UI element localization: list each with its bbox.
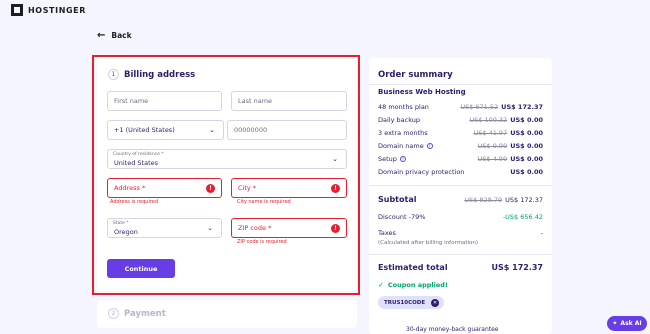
money-back-hint: 30-day money-back guarantee [406, 326, 499, 333]
old-price: US$ 9.99 [477, 142, 508, 150]
divider [369, 84, 552, 85]
back-link[interactable]: ← Back [97, 30, 132, 41]
phone-country-select[interactable]: +1 (United States) ⌄ [107, 120, 224, 140]
coupon-code: TRUS10CODE [384, 299, 426, 306]
order-summary-title: Order summary [378, 70, 453, 80]
top-bar: HOSTINGER [0, 0, 650, 20]
arrow-left-icon: ← [97, 30, 106, 41]
order-summary-card: Order summary Business Web Hosting 48 mo… [369, 58, 552, 334]
error-icon: ! [331, 184, 340, 193]
old-price: US$ 671.52 [460, 103, 499, 111]
line-item-label: 48 months plan [378, 103, 429, 111]
ask-ai-label: Ask AI [620, 320, 642, 327]
help-icon[interactable]: ? [426, 143, 433, 149]
continue-button[interactable]: Continue [107, 259, 175, 278]
last-name-input[interactable]: Last name [231, 91, 347, 111]
line-item: 3 extra months US$ 41.97 US$ 0.00 [378, 129, 543, 139]
step-number: 2 [108, 308, 119, 319]
phone-placeholder: 00000000 [234, 126, 268, 134]
old-price: US$ 100.32 [469, 116, 508, 124]
phone-code-value: +1 (United States) [114, 126, 175, 134]
discount-row: Discount -79% -US$ 656.42 [378, 213, 543, 223]
new-price: US$ 0.00 [510, 142, 543, 150]
state-label: State * [113, 221, 129, 226]
taxes-note: (Calculated after billing information) [378, 240, 479, 246]
zip-error: ZIP code is required [237, 239, 287, 245]
line-item-label: Daily backup [378, 116, 421, 124]
line-item-label: Domain name [378, 142, 424, 150]
coupon-applied-text: Coupon applied! [387, 281, 448, 289]
new-price: US$ 0.00 [510, 129, 543, 137]
subtotal-value: US$ 828.79 US$ 172.37 [464, 196, 543, 204]
phone-input[interactable]: 00000000 [227, 120, 347, 140]
ask-ai-button[interactable]: ✦ Ask AI [607, 316, 647, 331]
back-label: Back [111, 31, 132, 40]
new-price: US$ 0.00 [510, 155, 543, 163]
payment-step-header: 2 Payment [108, 308, 166, 319]
line-item: Daily backup US$ 100.32 US$ 0.00 [378, 116, 543, 126]
first-name-placeholder: First name [114, 97, 149, 105]
divider [369, 254, 552, 255]
old-price: US$ 41.97 [473, 129, 508, 137]
city-placeholder: City * [238, 184, 257, 192]
error-icon: ! [206, 184, 215, 193]
remove-coupon-icon[interactable]: ✕ [431, 298, 440, 307]
last-name-placeholder: Last name [238, 97, 273, 105]
new-price: US$ 0.00 [510, 168, 543, 176]
new-price: US$ 0.00 [510, 116, 543, 124]
error-icon: ! [331, 224, 340, 233]
chevron-down-icon: ⌄ [209, 126, 215, 134]
hostinger-logo-icon [11, 4, 23, 16]
state-value: Oregon [114, 228, 138, 236]
line-item-label: Domain privacy protection [378, 168, 465, 176]
discount-label: Discount -79% [378, 213, 426, 221]
sparkle-icon: ✦ [612, 320, 618, 327]
subtotal-label: Subtotal [378, 195, 417, 204]
address-placeholder: Address * [114, 184, 146, 192]
city-input[interactable]: City * ! [231, 178, 347, 198]
country-value: United States [114, 159, 159, 167]
new-price: US$ 172.37 [501, 103, 543, 111]
divider [369, 185, 552, 186]
state-select[interactable]: State * Oregon ⌄ [107, 218, 222, 238]
coupon-chip: TRUS10CODE ✕ [378, 296, 445, 309]
taxes-row: Taxes - [378, 229, 543, 239]
country-select[interactable]: Country of residence * United States ⌄ [107, 149, 347, 169]
city-error: City name is required [237, 199, 291, 205]
first-name-input[interactable]: First name [107, 91, 222, 111]
subtotal-new: US$ 172.37 [505, 196, 543, 204]
zip-placeholder: ZIP code * [238, 224, 272, 232]
discount-value: -US$ 656.42 [502, 213, 543, 221]
billing-title: Billing address [124, 69, 196, 80]
old-price: US$ 4.99 [477, 155, 508, 163]
check-icon: ✓ [378, 281, 384, 289]
brand-name: HOSTINGER [28, 5, 86, 15]
chevron-down-icon: ⌄ [332, 155, 338, 163]
billing-step-header: 1 Billing address [108, 69, 195, 80]
step-number: 1 [108, 69, 119, 80]
zip-input[interactable]: ZIP code * ! [231, 218, 347, 238]
line-item: Setup? US$ 4.99 US$ 0.00 [378, 155, 543, 165]
line-item-label: 3 extra months [378, 129, 428, 137]
help-icon[interactable]: ? [399, 156, 406, 162]
country-label: Country of residence * [113, 152, 164, 157]
payment-title: Payment [124, 308, 166, 319]
estimated-total-value: US$ 172.37 [491, 263, 543, 272]
coupon-applied-status: ✓ Coupon applied! [378, 281, 448, 289]
billing-address-card: 1 Billing address First name Last name +… [97, 57, 357, 291]
product-name: Business Web Hosting [378, 88, 466, 96]
payment-card[interactable]: 2 Payment [97, 300, 357, 328]
subtotal-old: US$ 828.79 [464, 196, 503, 204]
address-error: Address is required [110, 199, 159, 205]
taxes-label: Taxes [378, 229, 396, 237]
line-item-label: Setup [378, 155, 397, 163]
chevron-down-icon: ⌄ [207, 224, 213, 232]
line-item: Domain name? US$ 9.99 US$ 0.00 [378, 142, 543, 152]
taxes-value: - [540, 229, 543, 237]
line-item: Domain privacy protection US$ 0.00 [378, 168, 543, 178]
address-input[interactable]: Address * ! [107, 178, 222, 198]
estimated-total-label: Estimated total [378, 263, 448, 272]
line-item: 48 months plan US$ 671.52 US$ 172.37 [378, 103, 543, 113]
